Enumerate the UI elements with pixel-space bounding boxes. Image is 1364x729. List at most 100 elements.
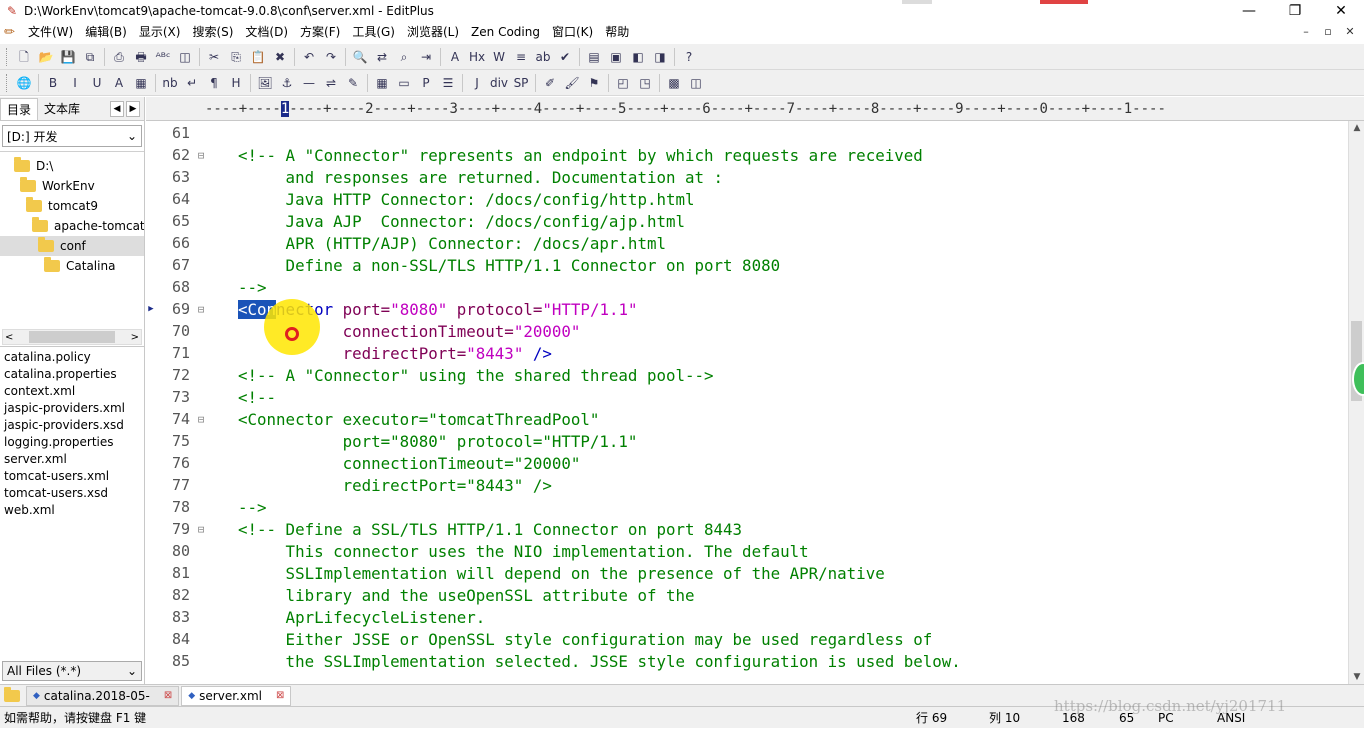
list-icon[interactable]: ☰	[438, 73, 458, 93]
code-line[interactable]: 83 AprLifecycleListener.	[146, 606, 1364, 628]
italic-icon[interactable]: I	[65, 73, 85, 93]
fold-toggle-icon[interactable]: ⊟	[194, 413, 208, 426]
doc-tab-1[interactable]: ◆ server.xml ⊠	[181, 685, 292, 706]
code-line[interactable]: 62 ⊟ <!-- A "Connector" represents an endp…	[146, 144, 1364, 166]
replace-icon[interactable]: ⇄	[372, 47, 392, 67]
ruler-icon[interactable]: ab	[533, 47, 553, 67]
menu-item-10[interactable]: 帮助	[599, 22, 635, 43]
close-window-button[interactable]: ✕	[1318, 0, 1364, 22]
code-line[interactable]: ▶69⊟<Connector port="8080" protocol="HTT…	[146, 298, 1364, 320]
nbsp-icon[interactable]: nb	[160, 73, 180, 93]
code-line[interactable]: 81 SSLImplementation will depend on the …	[146, 562, 1364, 584]
menu-item-6[interactable]: 工具(G)	[346, 22, 401, 43]
goto-icon[interactable]: ⇥	[416, 47, 436, 67]
close-tab-icon[interactable]: ⊠	[164, 686, 172, 706]
file-item[interactable]: catalina.policy	[0, 349, 144, 366]
close-tab-icon[interactable]: ⊠	[276, 686, 284, 706]
tree-item-catalina[interactable]: Catalina	[0, 256, 144, 276]
code-line[interactable]: 82 library and the useOpenSSL attribute …	[146, 584, 1364, 606]
code-line[interactable]: 65 Java AJP Connector: /docs/config/ajp.…	[146, 210, 1364, 232]
table-icon[interactable]: ▦	[372, 73, 392, 93]
drive-select[interactable]: [D:] 开发 ⌄	[2, 125, 142, 147]
edit-tag-icon[interactable]: ✐	[540, 73, 560, 93]
form-icon[interactable]: ▭	[394, 73, 414, 93]
menu-item-2[interactable]: 显示(X)	[133, 22, 187, 43]
code-line[interactable]: 76 connectionTimeout="20000"	[146, 452, 1364, 474]
scroll-left-icon[interactable]: <	[5, 332, 13, 343]
file-filter-select[interactable]: All Files (*.*) ⌄	[2, 661, 142, 681]
code-line[interactable]: 79 ⊟ <!-- Define a SSL/TLS HTTP/1.1 Connec…	[146, 518, 1364, 540]
code-line[interactable]: 67 Define a non-SSL/TLS HTTP/1.1 Connect…	[146, 254, 1364, 276]
new-file-icon[interactable]: 🗋	[14, 47, 34, 67]
bold-icon[interactable]: B	[43, 73, 63, 93]
editor-pane[interactable]: ----+----1----+----2----+----3----+----4…	[146, 97, 1364, 684]
menu-item-7[interactable]: 浏览器(L)	[401, 22, 465, 43]
print-preview-icon[interactable]: ⎙	[109, 47, 129, 67]
toolbar-grip[interactable]	[6, 47, 9, 66]
fold-toggle-icon[interactable]: ⊟	[194, 149, 208, 162]
font-icon[interactable]: A	[445, 47, 465, 67]
delete-icon[interactable]: ✖	[270, 47, 290, 67]
menu-item-0[interactable]: 文件(W)	[22, 22, 79, 43]
file-item[interactable]: server.xml	[0, 451, 144, 468]
mdi-restore-button[interactable]: ▫	[1320, 24, 1336, 40]
tree-item-apache-tomcat[interactable]: apache-tomcat	[0, 216, 144, 236]
code-line[interactable]: 74 ⊟ <Connector executor="tomcatThreadPool…	[146, 408, 1364, 430]
help-icon[interactable]: ?	[679, 47, 699, 67]
mdi-close-button[interactable]: ✕	[1342, 24, 1358, 40]
code-line[interactable]: 72 <!-- A "Connector" using the shared th…	[146, 364, 1364, 386]
tab-cliptext[interactable]: 文本库	[38, 97, 87, 120]
code-line[interactable]: 71 redirectPort="8443" />	[146, 342, 1364, 364]
spellcheck-icon[interactable]: ᴬᴮᶜ	[153, 47, 173, 67]
code-line[interactable]: 84 Either JSSE or OpenSSL style configur…	[146, 628, 1364, 650]
scroll-down-icon[interactable]: ▼	[1349, 670, 1364, 684]
span-icon[interactable]: SP	[511, 73, 531, 93]
word-wrap-icon[interactable]: W	[489, 47, 509, 67]
code-line[interactable]: 68 -->	[146, 276, 1364, 298]
link-icon[interactable]: ⇌	[321, 73, 341, 93]
file-item[interactable]: logging.properties	[0, 434, 144, 451]
mdi-minimize-button[interactable]: –	[1298, 24, 1314, 40]
code-area[interactable]: 61 62 ⊟ <!-- A "Connector" represents an en…	[146, 121, 1364, 672]
tab-directory[interactable]: 目录	[0, 97, 39, 120]
code-line[interactable]: 66 APR (HTTP/AJP) Connector: /docs/apr.h…	[146, 232, 1364, 254]
image-icon[interactable]: 🖼	[255, 73, 275, 93]
anchor-icon[interactable]: ⚓	[277, 73, 297, 93]
open-folder-icon[interactable]: 📂	[36, 47, 56, 67]
file-item[interactable]: web.xml	[0, 502, 144, 519]
file-item[interactable]: catalina.properties	[0, 366, 144, 383]
tree-item-d-[interactable]: D:\	[0, 156, 144, 176]
cut-icon[interactable]: ✂	[204, 47, 224, 67]
output-window-icon[interactable]: ◨	[650, 47, 670, 67]
doc-tab-0[interactable]: ◆ catalina.2018-05- ⊠	[26, 685, 180, 706]
menu-item-5[interactable]: 方案(F)	[294, 22, 346, 43]
window-list-icon[interactable]: ▤	[584, 47, 604, 67]
fold-toggle-icon[interactable]: ⊟	[194, 523, 208, 536]
code-line[interactable]: 63 and responses are returned. Documenta…	[146, 166, 1364, 188]
check-icon[interactable]: ✔	[555, 47, 575, 67]
code-line[interactable]: 75 port="8080" protocol="HTTP/1.1"	[146, 430, 1364, 452]
preformatted-icon[interactable]: P	[416, 73, 436, 93]
css-toolbar-icon[interactable]: ◳	[635, 73, 655, 93]
ie-preview-icon[interactable]: ▩	[664, 73, 684, 93]
file-item[interactable]: tomcat-users.xml	[0, 468, 144, 485]
menu-item-3[interactable]: 搜索(S)	[186, 22, 239, 43]
div-icon[interactable]: div	[489, 73, 509, 93]
code-line[interactable]: 64 Java HTTP Connector: /docs/config/htt…	[146, 188, 1364, 210]
tree-item-tomcat9[interactable]: tomcat9	[0, 196, 144, 216]
tree-item-workenv[interactable]: WorkEnv	[0, 176, 144, 196]
script-icon[interactable]: J	[467, 73, 487, 93]
tree-item-conf[interactable]: conf	[0, 236, 144, 256]
undo-icon[interactable]: ↶	[299, 47, 319, 67]
tab-prev-icon[interactable]: ◀	[110, 101, 124, 117]
save-icon[interactable]: 💾	[58, 47, 78, 67]
underline-icon[interactable]: U	[87, 73, 107, 93]
restore-button[interactable]: ❐	[1272, 0, 1318, 22]
browser-preview-icon[interactable]: ◫	[175, 47, 195, 67]
find-in-files-icon[interactable]: ⌕	[394, 47, 414, 67]
font-color-icon[interactable]: A	[109, 73, 129, 93]
menu-item-1[interactable]: 编辑(B)	[79, 22, 133, 43]
menu-item-9[interactable]: 窗口(K)	[546, 22, 599, 43]
horizontal-rule-icon[interactable]: —	[299, 73, 319, 93]
minimize-button[interactable]: —	[1226, 0, 1272, 22]
